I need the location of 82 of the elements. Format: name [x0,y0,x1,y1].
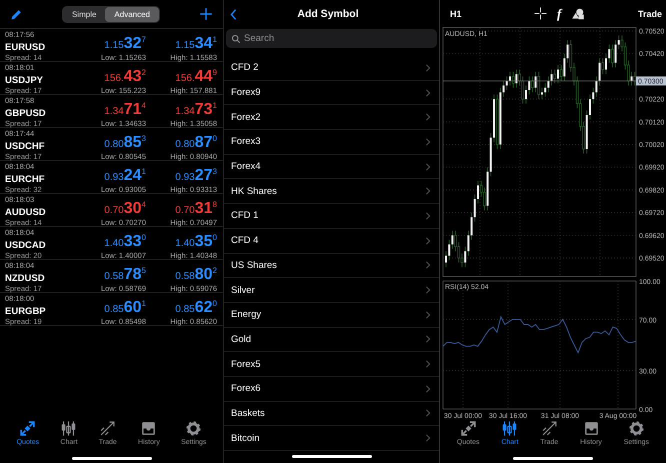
timeframe-button[interactable]: H1 [450,8,534,18]
history-icon [582,420,600,437]
symbol-group-item[interactable]: Forex9 [224,80,439,106]
bid-price[interactable]: 1.3471$^{4}$ [104,99,146,119]
quotes-icon [460,420,477,437]
ask-price[interactable]: 0.8087$^{0}$ [175,132,217,152]
symbol-group-item[interactable]: Forex3 [224,130,439,155]
pencil-icon[interactable] [10,8,23,20]
symbol-group-item[interactable]: Bitcoin [224,426,439,451]
indicator-button[interactable]: f [557,6,562,22]
chevron-icon [425,335,431,344]
symbol-group-item[interactable]: CFD 2 [224,56,439,81]
bid-price[interactable]: 156.43$^{2}$ [104,66,146,86]
ask-price[interactable]: 156.44$^{9}$ [175,66,217,86]
chevron-icon [425,434,431,442]
symbol-name[interactable]: GBPUSD [5,108,58,119]
symbol-group-item[interactable]: Forex4 [224,154,439,180]
chevron-icon [425,138,431,146]
history-icon [140,420,158,437]
symbol-name[interactable]: EURGBP [5,306,58,317]
symbol-group-item[interactable]: HK Shares [224,179,439,204]
symbol-name[interactable]: AUDUSD [5,207,58,218]
mode-tab[interactable]: Simple [62,6,106,22]
chart-icon [60,420,78,437]
symbol-name[interactable]: USDCHF [5,141,58,152]
symbol-group-item[interactable]: Baskets [224,402,439,426]
symbol-group-item[interactable]: Forex5 [224,352,439,377]
symbol-name[interactable]: EURCHF [5,174,58,185]
bid-price[interactable]: 0.5878$^{5}$ [104,264,146,284]
bid-price[interactable]: 0.8560$^{1}$ [104,297,146,317]
bid-price[interactable]: 0.7030$^{4}$ [104,198,146,218]
mode-tab[interactable]: Advanced [105,6,160,22]
chevron-icon [425,236,431,245]
search-icon [231,34,241,44]
trade-icon [99,420,116,437]
symbol-name[interactable]: NZDUSD [5,273,58,284]
ask-price[interactable]: 0.7031$^{8}$ [175,198,217,218]
symbol-name[interactable]: USDCAD [5,240,58,251]
search-field[interactable]: Search [226,29,437,48]
symbol-group-item[interactable]: US Shares [224,254,439,278]
symbol-group-item[interactable]: Forex2 [224,105,439,130]
symbol-group-item[interactable]: Silver [224,278,439,303]
ask-price[interactable]: 1.1534$^{1}$ [175,33,217,53]
bid-price[interactable]: 0.8085$^{3}$ [104,132,146,152]
chevron-icon [425,64,431,72]
crosshair-icon[interactable] [534,7,547,20]
symbol-group-item[interactable]: Forex6 [224,376,439,402]
chevron-icon [425,409,431,418]
symbol-group-item[interactable]: CFD 1 [224,204,439,229]
chevron-icon [425,88,431,97]
chevron-icon [425,212,431,220]
chevron-icon [425,310,431,319]
chevron-icon [425,360,431,368]
add-icon[interactable] [198,7,213,21]
chart-icon [501,420,518,437]
quotes-icon [19,420,36,437]
symbol-name[interactable]: USDJPY [5,75,58,86]
settings-icon [628,420,645,437]
bid-price[interactable]: 1.1532$^{7}$ [104,33,146,53]
back-icon[interactable] [230,8,237,20]
ask-price[interactable]: 0.8562$^{0}$ [175,297,217,317]
symbol-name[interactable]: EURUSD [5,42,58,53]
bid-price[interactable]: 0.9324$^{1}$ [104,165,146,185]
shapes-icon[interactable] [571,6,586,20]
chevron-icon [425,286,431,294]
symbol-group-item[interactable]: Energy [224,302,439,328]
chevron-icon [425,162,431,171]
symbol-group-item[interactable]: CFD 4 [224,228,439,254]
symbol-group-item[interactable]: Gold [224,328,439,352]
ask-price[interactable]: 0.9327$^{3}$ [175,165,217,185]
trade-icon [540,420,558,437]
panel-title: Add Symbol [296,8,360,20]
ask-price[interactable]: 1.4035$^{0}$ [175,231,217,251]
chevron-icon [425,187,431,196]
trade-button[interactable]: Trade [638,8,662,18]
settings-icon [185,420,202,437]
bid-price[interactable]: 1.4033$^{0}$ [104,231,146,251]
chevron-icon [425,261,431,270]
chevron-icon [425,384,431,393]
chevron-icon [425,113,431,122]
ask-price[interactable]: 0.5880$^{2}$ [175,264,217,284]
ask-price[interactable]: 1.3473$^{1}$ [175,99,217,119]
